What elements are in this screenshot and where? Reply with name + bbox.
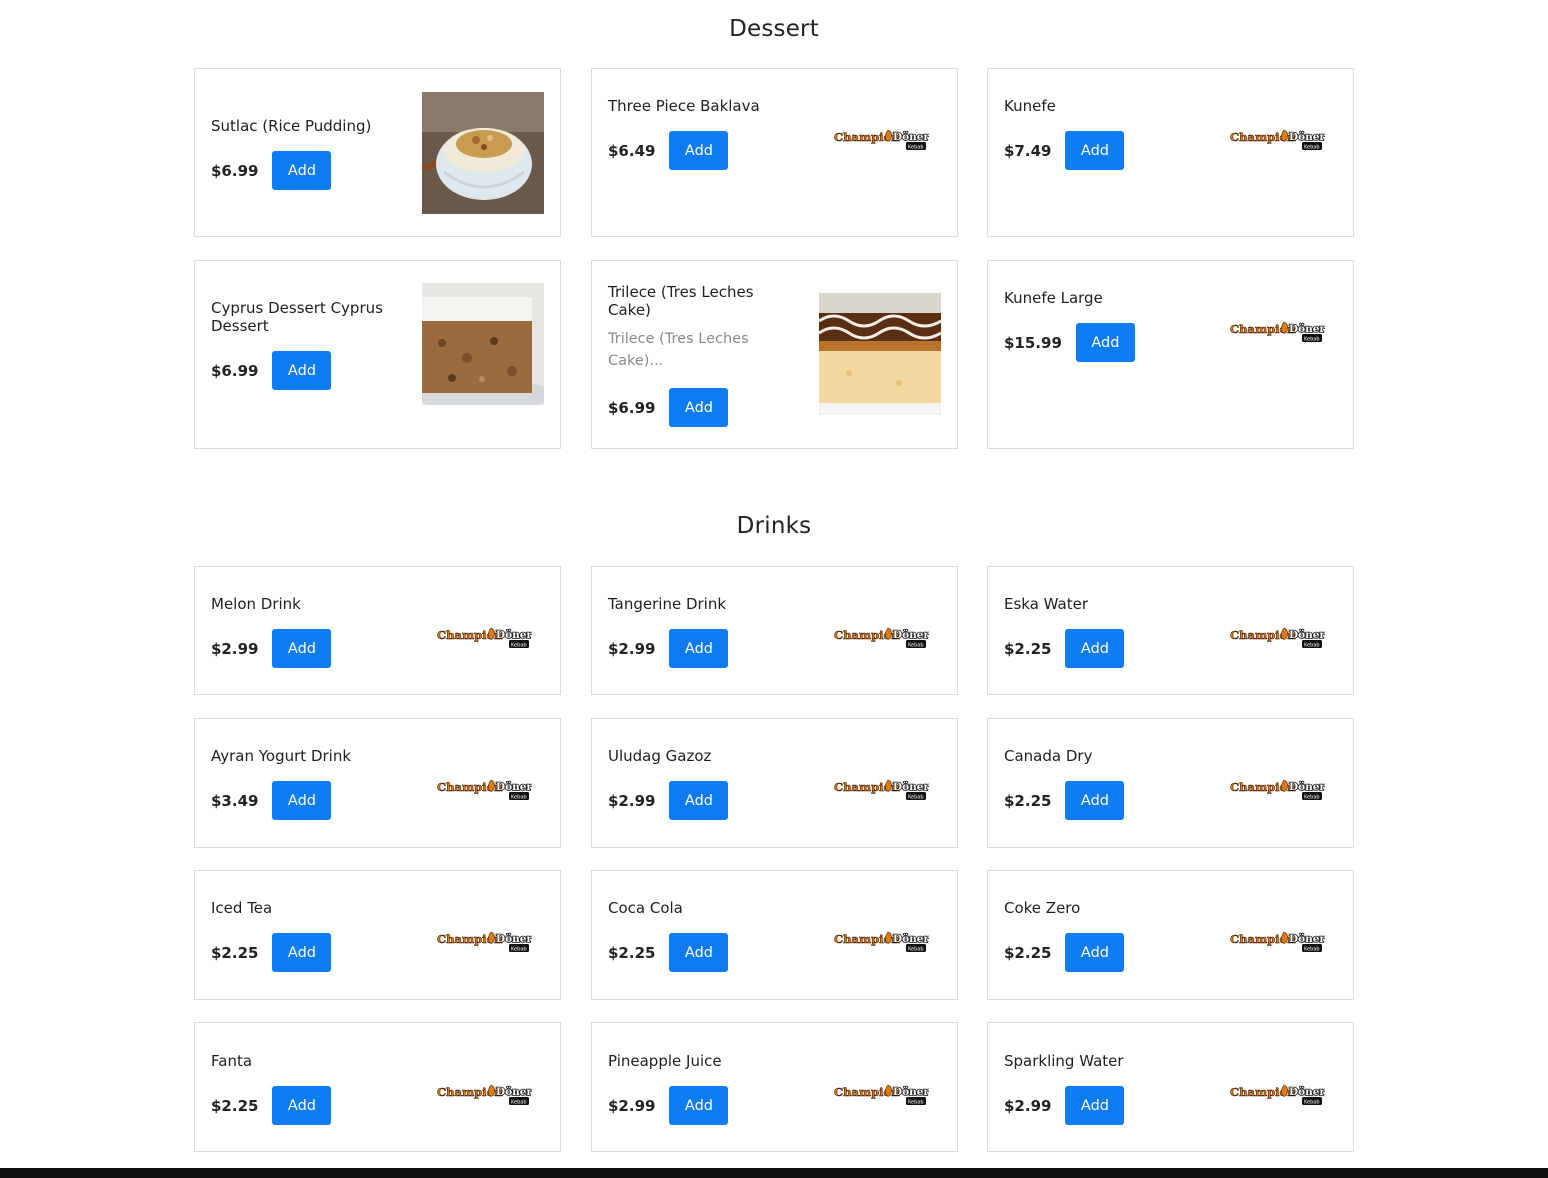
- item-name: Ayran Yogurt Drink: [211, 747, 352, 765]
- item-price: $2.99: [1004, 1096, 1052, 1115]
- item-price: $6.99: [608, 398, 656, 417]
- add-button[interactable]: Add: [669, 388, 729, 427]
- item-price: $2.25: [1004, 943, 1052, 962]
- add-button[interactable]: Add: [669, 629, 729, 668]
- brand-logo-image: [1229, 617, 1325, 651]
- menu-page: Dessert Sutlac (Rice Pudding) $6.99 Add: [0, 0, 1548, 1178]
- add-button[interactable]: Add: [272, 629, 332, 668]
- add-button[interactable]: Add: [272, 781, 332, 820]
- item-name: Sparkling Water: [1004, 1052, 1124, 1070]
- menu-item-card[interactable]: Sutlac (Rice Pudding) $6.99 Add: [194, 68, 561, 237]
- item-price: $15.99: [1004, 333, 1062, 352]
- menu-item-card[interactable]: Uludag Gazoz $2.99 Add: [591, 718, 958, 848]
- item-price: $2.99: [608, 791, 656, 810]
- brand-logo-image: [833, 617, 929, 651]
- item-price: $2.99: [608, 639, 656, 658]
- item-price: $2.25: [1004, 791, 1052, 810]
- menu-item-card[interactable]: Canada Dry $2.25 Add: [987, 718, 1354, 848]
- item-name: Uludag Gazoz: [608, 747, 712, 765]
- brand-logo-image: [1229, 1074, 1325, 1108]
- brand-logo-image: [833, 1074, 929, 1108]
- add-button[interactable]: Add: [272, 933, 332, 972]
- item-name: Melon Drink: [211, 595, 301, 613]
- menu-item-card[interactable]: Sparkling Water $2.99 Add: [987, 1022, 1354, 1152]
- add-button[interactable]: Add: [1065, 1086, 1125, 1125]
- brand-logo-image: [436, 1074, 532, 1108]
- add-button[interactable]: Add: [272, 151, 332, 190]
- item-name: Kunefe Large: [1004, 289, 1103, 307]
- menu-item-card[interactable]: Cyprus Dessert Cyprus Dessert $6.99 Add: [194, 260, 561, 449]
- item-name: Trilece (Tres Leches Cake): [608, 283, 754, 319]
- menu-item-card[interactable]: Fanta $2.25 Add: [194, 1022, 561, 1152]
- brand-logo-image: [436, 921, 532, 955]
- item-price: $2.25: [608, 943, 656, 962]
- item-price: $6.99: [211, 361, 259, 380]
- cyprus-dessert-photo: [422, 283, 544, 405]
- item-name: Three Piece Baklava: [608, 97, 760, 115]
- menu-item-card[interactable]: Coca Cola $2.25 Add: [591, 870, 958, 1000]
- item-price: $6.99: [211, 161, 259, 180]
- item-name: Eska Water: [1004, 595, 1089, 613]
- item-price: $2.99: [608, 1096, 656, 1115]
- item-price: $7.49: [1004, 141, 1052, 160]
- item-price: $6.49: [608, 141, 656, 160]
- item-name: Tangerine Drink: [608, 595, 727, 613]
- menu-item-card[interactable]: Iced Tea $2.25 Add: [194, 870, 561, 1000]
- add-button[interactable]: Add: [669, 131, 729, 170]
- footer-bar: [0, 1168, 1548, 1178]
- menu-item-card[interactable]: Kunefe Large $15.99 Add: [987, 260, 1354, 449]
- item-price: $3.49: [211, 791, 259, 810]
- add-button[interactable]: Add: [669, 933, 729, 972]
- item-price: $2.25: [1004, 639, 1052, 658]
- add-button[interactable]: Add: [1065, 781, 1125, 820]
- add-button[interactable]: Add: [1065, 933, 1125, 972]
- item-name: Sutlac (Rice Pudding): [211, 117, 372, 135]
- menu-item-card[interactable]: Trilece (Tres Leches Cake) Trilece (Tres…: [591, 260, 958, 449]
- brand-logo-image: [1229, 119, 1325, 153]
- add-button[interactable]: Add: [669, 781, 729, 820]
- brand-logo-image: [833, 769, 929, 803]
- add-button[interactable]: Add: [1065, 629, 1125, 668]
- item-name: Iced Tea: [211, 899, 273, 917]
- brand-logo-image: [1229, 769, 1325, 803]
- add-button[interactable]: Add: [272, 351, 332, 390]
- menu-item-card[interactable]: Kunefe $7.49 Add: [987, 68, 1354, 237]
- menu-item-card[interactable]: Eska Water $2.25 Add: [987, 566, 1354, 695]
- item-name: Cyprus Dessert Cyprus Dessert: [211, 299, 383, 335]
- item-name: Pineapple Juice: [608, 1052, 722, 1070]
- section-title-drinks: Drinks: [736, 513, 812, 539]
- item-price: $2.99: [211, 639, 259, 658]
- brand-logo-image: [436, 769, 532, 803]
- add-button[interactable]: Add: [1075, 323, 1135, 362]
- rice-pudding-photo: [422, 92, 544, 214]
- menu-item-card[interactable]: Pineapple Juice $2.99 Add: [591, 1022, 958, 1152]
- menu-item-card[interactable]: Tangerine Drink $2.99 Add: [591, 566, 958, 695]
- item-name: Coke Zero: [1004, 899, 1081, 917]
- item-price: $2.25: [211, 943, 259, 962]
- menu-item-card[interactable]: Coke Zero $2.25 Add: [987, 870, 1354, 1000]
- brand-logo-image: [833, 119, 929, 153]
- menu-item-card[interactable]: Melon Drink $2.99 Add: [194, 566, 561, 695]
- add-button[interactable]: Add: [1065, 131, 1125, 170]
- add-button[interactable]: Add: [669, 1086, 729, 1125]
- tres-leches-photo: [819, 293, 941, 415]
- brand-logo-image: [1229, 311, 1325, 345]
- brand-logo-image: [1229, 921, 1325, 955]
- item-name: Coca Cola: [608, 899, 683, 917]
- item-name: Canada Dry: [1004, 747, 1093, 765]
- item-name: Kunefe: [1004, 97, 1056, 115]
- item-name: Fanta: [211, 1052, 253, 1070]
- item-description: Trilece (Tres Leches Cake)...: [608, 331, 749, 369]
- menu-item-card[interactable]: Ayran Yogurt Drink $3.49 Add: [194, 718, 561, 848]
- section-title-dessert: Dessert: [729, 16, 819, 42]
- item-price: $2.25: [211, 1096, 259, 1115]
- brand-logo-image: [436, 617, 532, 651]
- menu-item-card[interactable]: Three Piece Baklava $6.49 Add: [591, 68, 958, 237]
- brand-logo-image: [833, 921, 929, 955]
- add-button[interactable]: Add: [272, 1086, 332, 1125]
